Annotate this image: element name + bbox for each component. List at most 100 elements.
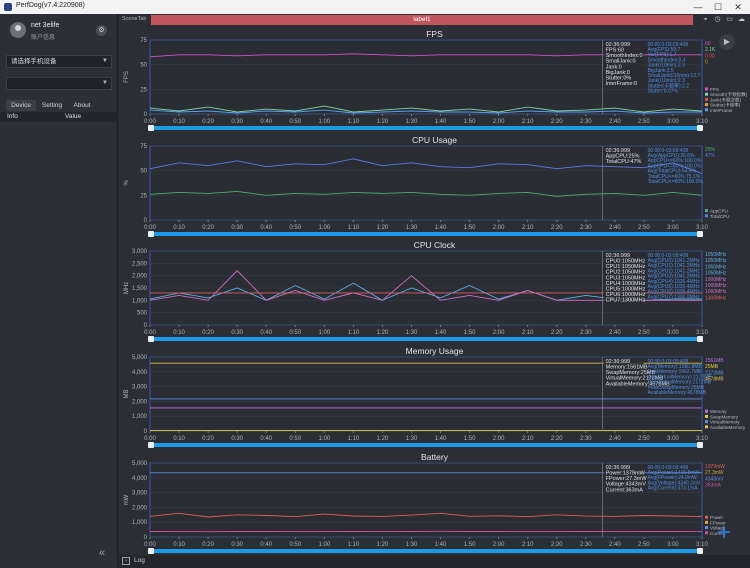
x-tick-label: 1:50 [464, 330, 476, 336]
slider-handle-right[interactable] [697, 125, 703, 131]
minimize-button[interactable]: — [690, 1, 706, 13]
legend-value: 1050MHz [705, 252, 727, 258]
legend-value: 1300MHz [705, 295, 727, 301]
x-tick-label: 1:50 [464, 436, 476, 442]
x-tick-label: 2:10 [522, 330, 534, 336]
app-select[interactable]: ▼ [6, 77, 112, 90]
collapse-sidebar-icon[interactable]: « [99, 547, 105, 559]
slider-handle-right[interactable] [697, 336, 703, 342]
slider-handle-left[interactable] [148, 231, 154, 237]
x-tick-label: 0:20 [202, 330, 214, 336]
panel-battery: Battery 5,000 4,000 3,000 2,000 1,000 0 mW 0:00 0… [119, 452, 750, 558]
time-range-slider[interactable] [148, 125, 703, 131]
legend-swatch [705, 520, 708, 524]
col-value: Value [65, 113, 82, 120]
time-range-slider[interactable] [148, 231, 703, 237]
title-bar: PerfDog(v7.4.220908) — ☐ ✕ [0, 0, 750, 14]
scene-tab[interactable]: SceneTab [122, 15, 148, 24]
chart-svg[interactable]: 3,0002,5002,0001,5001,0005000MHz0:00 0:10… [119, 240, 750, 346]
chart-svg[interactable]: 5,0004,0003,0002,0001,0000MB0:00 0:10 0:20… [119, 346, 750, 452]
slider-handle-left[interactable] [148, 336, 154, 342]
x-tick-label: 1:40 [435, 436, 447, 442]
slider-handle-right[interactable] [697, 548, 703, 554]
time-range-slider[interactable] [148, 336, 703, 342]
slider-handle-right[interactable] [697, 442, 703, 448]
chart-svg[interactable]: 7550250FPS0:00 0:10 0:20 0:30 0:40 0:50 1:00 1:… [119, 29, 750, 135]
maximize-button[interactable]: ☐ [710, 1, 726, 13]
y-tick-label: 3,000 [132, 385, 148, 391]
x-tick-label: 2:40 [609, 542, 621, 548]
y-axis-label: MHz [124, 282, 130, 294]
log-label[interactable]: Log [134, 557, 145, 564]
slider-handle-left[interactable] [148, 442, 154, 448]
tab-device[interactable]: Device [6, 100, 36, 111]
x-tick-label: 0:20 [202, 542, 214, 548]
x-tick-label: 1:40 [435, 119, 447, 125]
info-line: CPU7:1300MHz [606, 298, 646, 304]
settings-icon[interactable]: ⚙ [96, 25, 107, 36]
avatar[interactable] [10, 22, 26, 38]
legend-swatch [705, 526, 708, 530]
chart-svg[interactable]: 7550250%0:00 0:10 0:20 0:30 0:40 0:50 1:00 1:10… [119, 135, 750, 241]
tab-about[interactable]: About [68, 100, 96, 111]
user-name: net 3elife [31, 22, 60, 29]
x-tick-label: 2:20 [551, 542, 563, 548]
label-bar[interactable]: label1 [151, 15, 693, 25]
y-tick-label: 0 [144, 323, 148, 329]
info-line: Current:363mA [606, 487, 644, 493]
y-tick-label: 2,500 [132, 261, 148, 267]
legend-swatch [705, 103, 708, 107]
location-icon[interactable]: ⌖ [701, 15, 710, 24]
x-tick-label: 2:10 [522, 225, 534, 231]
chevron-down-icon: ▼ [102, 58, 108, 64]
legend-value: 47% [705, 153, 716, 159]
chart-svg[interactable]: 5,0004,0003,0002,0001,0000mW0:00 0:10 0:20… [119, 452, 750, 558]
y-tick-label: 4,000 [132, 370, 148, 376]
x-tick-label: 1:20 [377, 119, 389, 125]
avg-line: Avg(CPU7):1300.0MHz [648, 294, 701, 300]
folder-icon[interactable]: ▭ [725, 15, 734, 24]
legend-swatch [705, 92, 708, 96]
account-info-link[interactable]: 账户信息 [31, 32, 55, 41]
info-line: InterFrame:0 [606, 81, 637, 87]
tab-setting[interactable]: Setting [38, 100, 66, 111]
y-tick-label: 500 [137, 311, 148, 317]
x-tick-label: 1:40 [435, 542, 447, 548]
slider-handle-right[interactable] [697, 231, 703, 237]
x-tick-label: 2:40 [609, 119, 621, 125]
x-tick-label: 1:10 [348, 542, 360, 548]
x-tick-label: 2:00 [493, 225, 505, 231]
x-tick-label: 2:10 [522, 542, 534, 548]
device-select[interactable]: 请选择手机设备 ▼ [6, 55, 112, 68]
x-tick-label: 2:40 [609, 330, 621, 336]
avg-line: AvailableMemory:4578MB [648, 390, 707, 396]
y-axis-label: % [124, 180, 130, 186]
y-tick-label: 1,500 [132, 286, 148, 292]
slider-handle-left[interactable] [148, 125, 154, 131]
x-tick-label: 3:00 [667, 119, 679, 125]
legend-swatch [705, 214, 708, 218]
x-tick-label: 1:50 [464, 542, 476, 548]
cloud-icon[interactable]: ☁ [737, 15, 746, 24]
clock-icon[interactable]: ◷ [713, 15, 722, 24]
x-tick-label: 1:50 [464, 225, 476, 231]
legend-value: 1000MHz [705, 283, 727, 289]
log-toggle-icon[interactable]: › [122, 557, 130, 565]
main-area: SceneTab label1 ⌖ ◷ ▭ ☁ ▶ FPS 75 50 25 0 FPS 0… [119, 14, 750, 568]
legend-value: 4578MB [705, 377, 724, 383]
x-tick-label: 3:00 [667, 330, 679, 336]
slider-handle-left[interactable] [148, 548, 154, 554]
time-range-slider[interactable] [148, 548, 703, 554]
x-tick-label: 1:20 [377, 330, 389, 336]
x-tick-label: 1:10 [348, 225, 360, 231]
x-tick-label: 2:30 [580, 330, 592, 336]
time-range-slider[interactable] [148, 442, 703, 448]
add-icon[interactable]: + [717, 521, 731, 545]
legend-value: 2.1K [705, 47, 716, 53]
legend-swatch [705, 87, 708, 91]
close-button[interactable]: ✕ [730, 1, 746, 13]
legend-swatch [705, 97, 708, 101]
x-tick-label: 2:50 [638, 436, 650, 442]
x-tick-label: 2:20 [551, 225, 563, 231]
y-tick-label: 75 [140, 144, 147, 150]
